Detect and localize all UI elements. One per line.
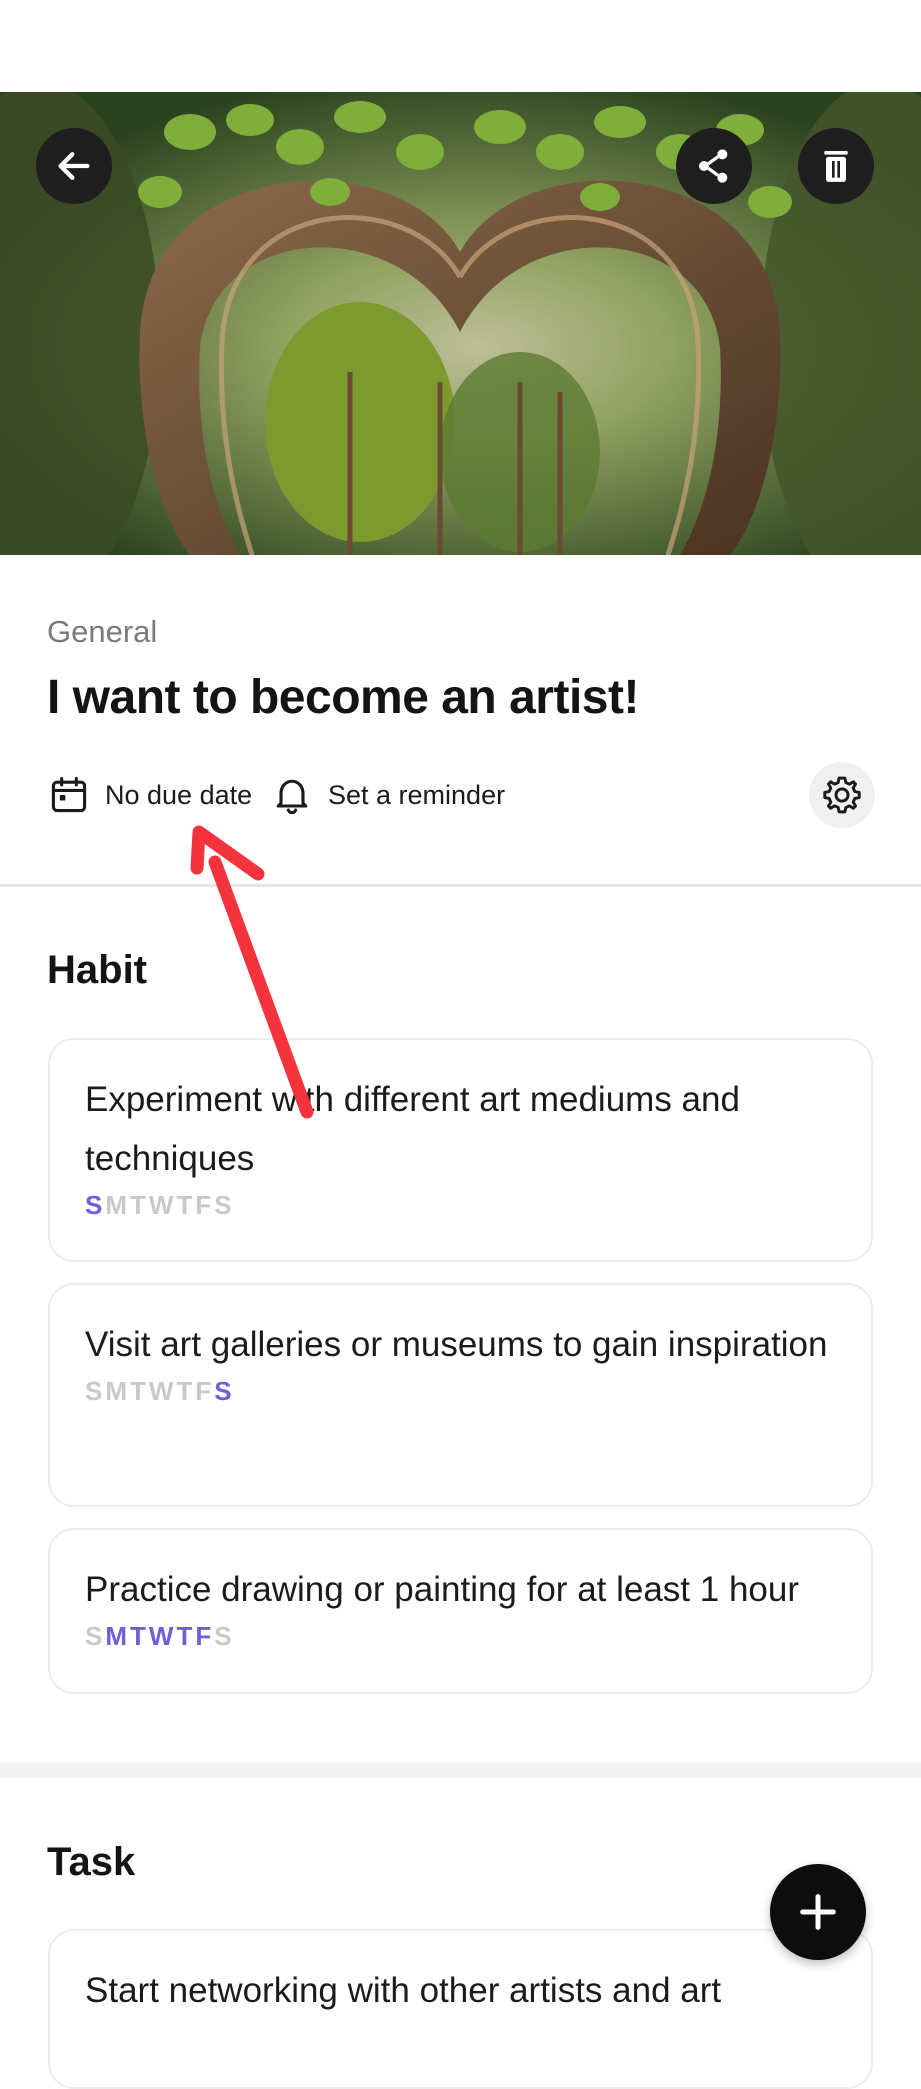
weekday-4: T — [176, 1621, 196, 1651]
weekday-1: M — [105, 1376, 131, 1406]
habit-section-title: Habit — [47, 948, 147, 992]
weekday-3: W — [148, 1621, 177, 1651]
habit-days: SMTWTFS — [85, 1190, 837, 1221]
weekday-5: F — [195, 1376, 215, 1406]
delete-button[interactable] — [798, 128, 874, 204]
add-item-button[interactable] — [770, 1864, 866, 1960]
weekday-3: W — [148, 1376, 177, 1406]
weekday-0: S — [85, 1376, 106, 1406]
due-date-button[interactable]: No due date — [47, 772, 252, 818]
share-icon — [699, 149, 728, 183]
weekday-0: S — [85, 1621, 106, 1651]
gear-icon — [823, 776, 861, 814]
weekday-4: T — [176, 1376, 196, 1406]
trash-icon — [824, 151, 848, 182]
weekday-6: S — [214, 1376, 235, 1406]
weekday-6: S — [214, 1621, 235, 1651]
plus-icon — [800, 1894, 836, 1930]
weekday-6: S — [214, 1190, 235, 1220]
bell-icon — [276, 779, 308, 815]
habit-text: Practice drawing or painting for at leas… — [85, 1570, 799, 1609]
weekday-1: M — [105, 1621, 131, 1651]
weekday-1: M — [105, 1190, 131, 1220]
goal-title: I want to become an artist! — [47, 671, 639, 724]
weekday-2: T — [130, 1621, 149, 1651]
weekday-0: S — [85, 1190, 106, 1220]
cover-artwork — [0, 92, 921, 555]
header-divider — [0, 884, 921, 887]
habit-days: SMTWTFS — [85, 1621, 837, 1652]
task-card[interactable]: Start networking with other artists and … — [48, 1929, 873, 2089]
reminder-button[interactable]: Set a reminder — [270, 772, 505, 818]
habit-days: SMTWTFS — [85, 1376, 837, 1407]
habit-card[interactable]: Practice drawing or painting for at leas… — [48, 1528, 873, 1694]
share-button[interactable] — [676, 128, 752, 204]
arrow-left-icon — [58, 152, 90, 180]
back-button[interactable] — [36, 128, 112, 204]
calendar-icon — [51, 776, 87, 813]
weekday-2: T — [130, 1190, 149, 1220]
weekday-5: F — [195, 1190, 215, 1220]
habit-card[interactable]: Visit art galleries or museums to gain i… — [48, 1283, 873, 1507]
habit-text: Visit art galleries or museums to gain i… — [85, 1325, 828, 1364]
habit-text: Experiment with different art mediums an… — [85, 1080, 740, 1178]
reminder-label: Set a reminder — [328, 779, 506, 810]
goal-cover-image — [0, 92, 921, 555]
weekday-3: W — [148, 1190, 177, 1220]
weekday-5: F — [195, 1621, 215, 1651]
section-separator — [0, 1762, 921, 1778]
status-bar — [0, 0, 921, 92]
due-date-label: No due date — [105, 779, 253, 810]
habit-card[interactable]: Experiment with different art mediums an… — [48, 1038, 873, 1262]
task-text: Start networking with other artists and … — [85, 1971, 722, 2010]
settings-button[interactable] — [809, 762, 875, 828]
weekday-4: T — [176, 1190, 196, 1220]
goal-category: General — [47, 614, 158, 649]
task-section-title: Task — [47, 1840, 136, 1884]
weekday-2: T — [130, 1376, 149, 1406]
